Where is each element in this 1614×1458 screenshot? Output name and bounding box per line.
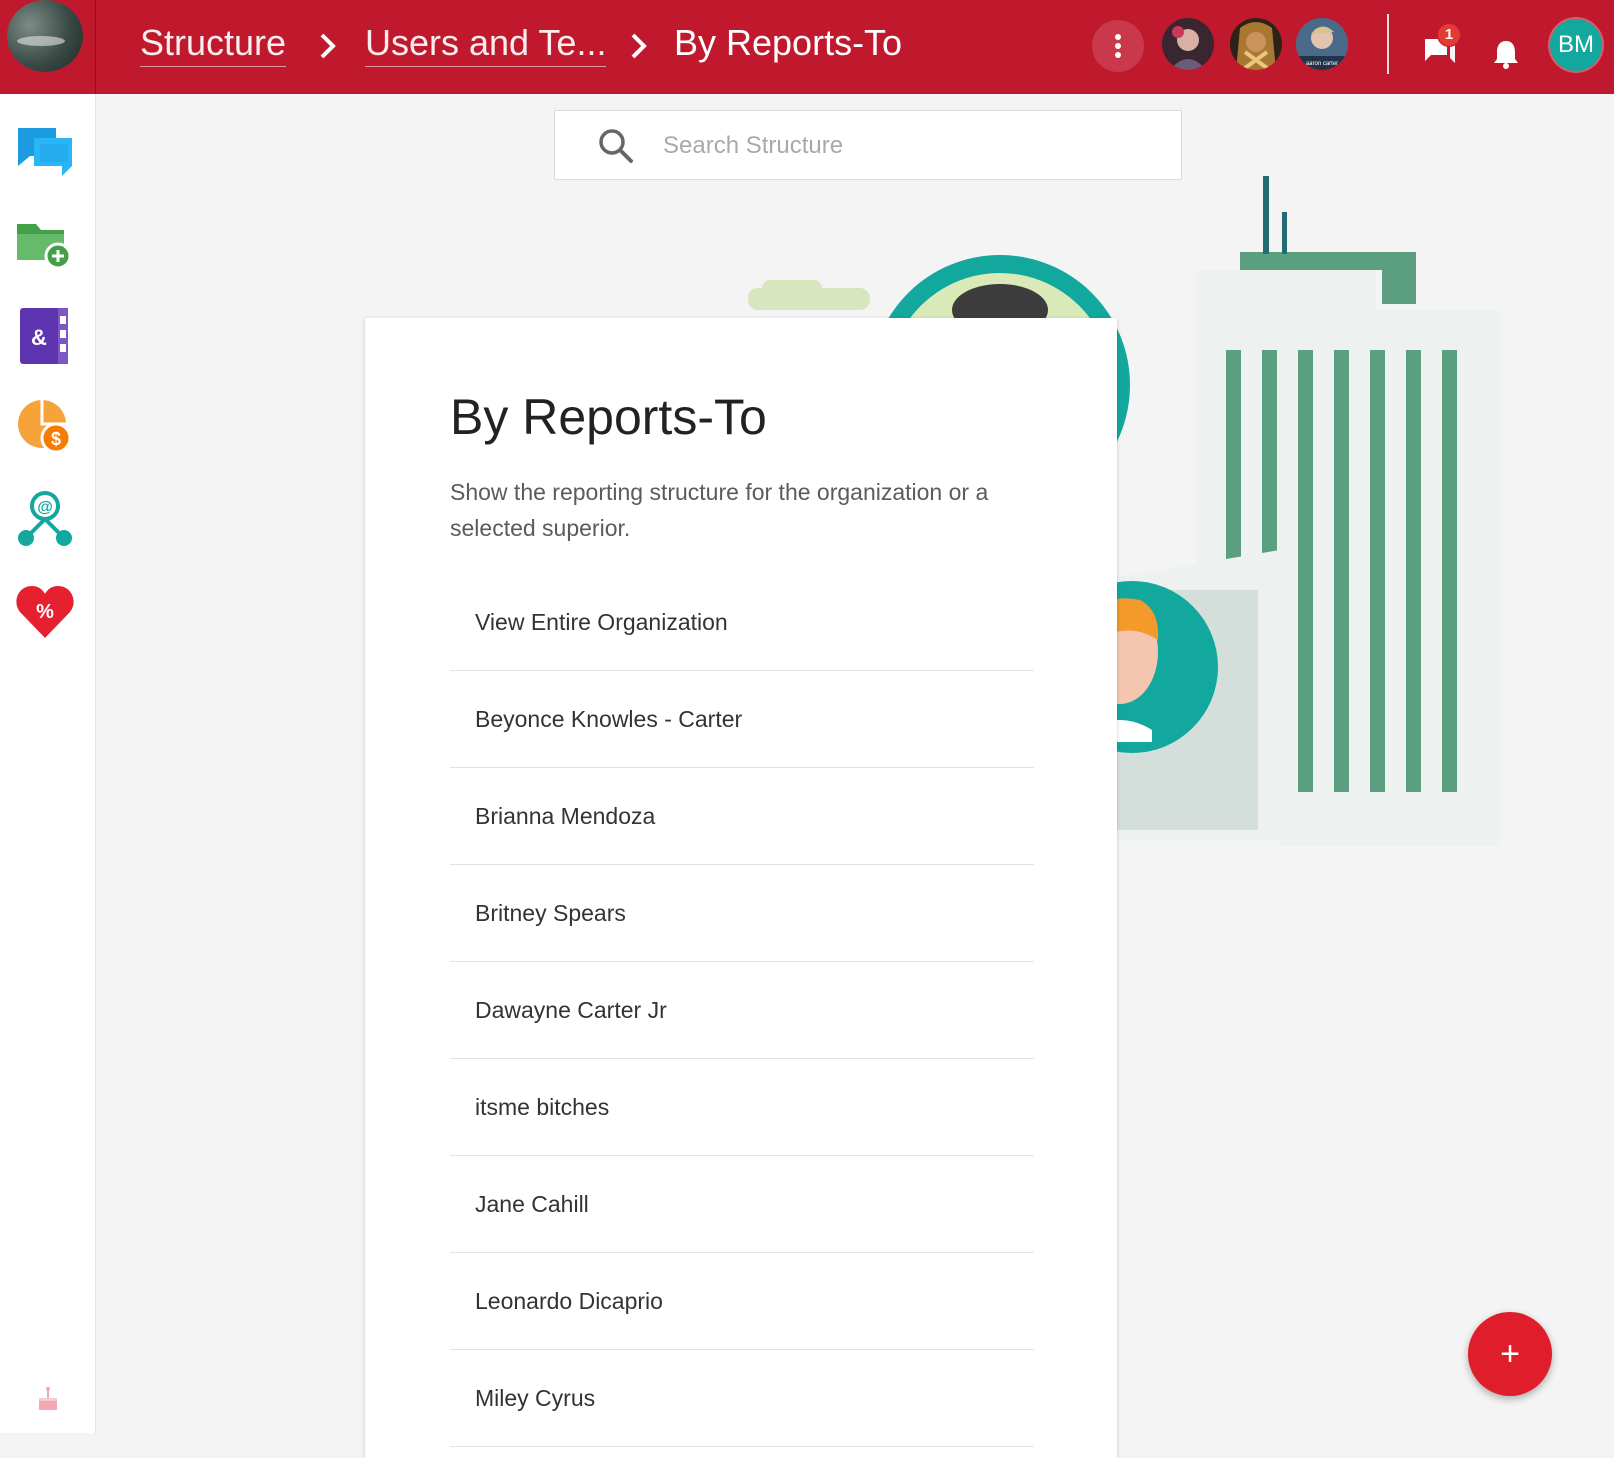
list-item[interactable]: itsme bitches [450,1059,1034,1156]
breadcrumb-current: By Reports-To [674,22,903,63]
current-user-avatar[interactable]: BM [1550,19,1602,71]
chevron-right-icon [320,33,336,59]
superior-list: View Entire Organization Beyonce Knowles… [450,574,1034,1447]
org-structure-icon[interactable]: @ [14,488,76,550]
breadcrumb-structure[interactable]: Structure [140,22,287,67]
heart-percent-icon[interactable]: % [14,580,76,642]
add-fab-button[interactable]: + [1468,1312,1552,1396]
list-item[interactable]: Leonardo Dicaprio [450,1253,1034,1350]
notifications-bell-icon[interactable] [1488,36,1524,72]
chevron-right-icon [631,33,647,59]
user-avatar-2[interactable] [1230,18,1282,70]
card-title: By Reports-To [450,389,767,445]
card-description: Show the reporting structure for the org… [450,479,989,541]
user-avatar-1[interactable] [1162,18,1214,70]
birthday-cake-icon[interactable] [33,1384,63,1414]
search-input[interactable] [661,125,1145,167]
list-item[interactable]: Beyonce Knowles - Carter [450,671,1034,768]
avatar-photo [1230,18,1282,70]
avatar-photo: aaron carter [1296,18,1348,70]
folder-add-icon[interactable] [14,212,76,274]
svg-text:%: % [36,601,54,623]
contacts-book-icon[interactable]: & [14,304,76,366]
company-logo[interactable] [7,0,83,72]
svg-text:$: $ [51,429,61,449]
reports-to-card: By Reports-To Show the reporting structu… [365,318,1117,1458]
pie-chart-dollar-icon[interactable]: $ [14,396,76,458]
app-logo-container [0,0,96,94]
list-item[interactable]: Dawayne Carter Jr [450,962,1034,1059]
list-item[interactable]: Jane Cahill [450,1156,1034,1253]
search-icon [599,129,633,163]
more-options-button[interactable] [1092,20,1144,72]
list-item[interactable]: Britney Spears [450,865,1034,962]
list-item-view-entire-organization[interactable]: View Entire Organization [450,574,1034,671]
left-sidebar: & $ @ % [0,94,96,1433]
header-divider [1387,14,1389,74]
svg-text:&: & [31,325,47,350]
list-item[interactable]: Miley Cyrus [450,1350,1034,1447]
avatar-caption: aaron carter [1306,61,1338,67]
chat-icon[interactable] [14,120,76,182]
svg-text:@: @ [37,499,53,516]
user-avatar-3[interactable]: aaron carter [1296,18,1348,70]
list-item[interactable]: Brianna Mendoza [450,768,1034,865]
more-vert-icon [1115,34,1121,58]
breadcrumb-users-and-teams[interactable]: Users and Te... [365,22,607,67]
top-app-bar: Structure Users and Te... By Reports-To [0,0,1614,94]
chat-badge: 1 [1437,23,1461,47]
avatar-photo [1162,18,1214,70]
